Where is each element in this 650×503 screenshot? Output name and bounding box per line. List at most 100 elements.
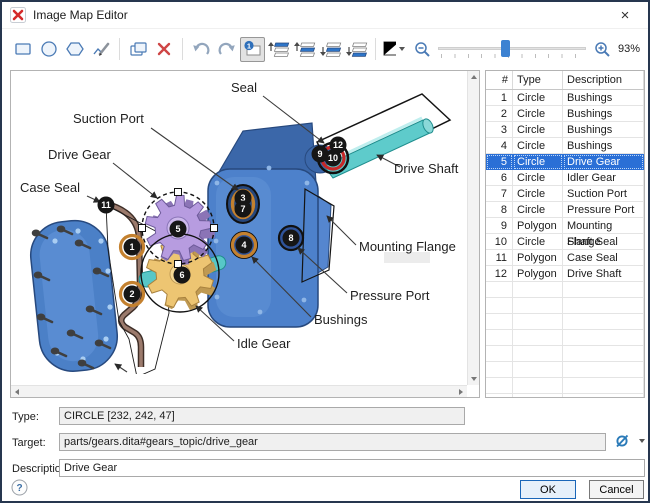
- table-cell: 11: [486, 250, 513, 266]
- area-marker-1[interactable]: 1: [121, 236, 144, 259]
- edit-target-button[interactable]: [613, 432, 631, 450]
- scroll-left-icon[interactable]: [15, 389, 19, 395]
- area-marker-8[interactable]: 8: [283, 230, 300, 247]
- table-empty-row: [486, 378, 644, 394]
- scroll-right-icon[interactable]: [459, 389, 463, 395]
- zoom-in-icon[interactable]: [593, 40, 611, 58]
- ellipse-icon: [39, 39, 59, 59]
- table-row[interactable]: 11PolygonCase Seal: [486, 250, 644, 266]
- area-marker-5[interactable]: 5: [170, 221, 187, 238]
- area-marker-6[interactable]: 6: [174, 267, 191, 284]
- window-title: Image Map Editor: [33, 8, 128, 22]
- table-row[interactable]: 9PolygonMounting Flange: [486, 218, 644, 234]
- table-cell: Circle: [513, 138, 563, 154]
- toolbar: 1: [2, 30, 648, 68]
- area-marker-2[interactable]: 2: [121, 283, 144, 306]
- table-cell: 2: [486, 106, 513, 122]
- type-label: Type:: [12, 411, 39, 423]
- table-empty-row: [486, 298, 644, 314]
- undo-button[interactable]: [188, 37, 213, 62]
- scroll-down-icon[interactable]: [471, 377, 477, 381]
- table-cell: [563, 346, 644, 362]
- area-marker-12[interactable]: 12: [330, 137, 347, 154]
- area-marker-7[interactable]: 7: [235, 201, 252, 218]
- callout-arrow: [87, 196, 100, 202]
- column-header-type[interactable]: Type: [513, 71, 563, 89]
- cancel-button[interactable]: Cancel: [589, 480, 644, 499]
- table-cell: [513, 298, 563, 314]
- svg-text:12: 12: [333, 140, 343, 150]
- send-backward-button[interactable]: [318, 37, 343, 62]
- ellipse-tool-button[interactable]: [36, 37, 61, 62]
- table-row[interactable]: 10CircleShaft Seal: [486, 234, 644, 250]
- table-cell: 10: [486, 234, 513, 250]
- table-cell: Circle: [513, 90, 563, 106]
- table-row[interactable]: 3CircleBushings: [486, 122, 644, 138]
- zoom-slider-thumb[interactable]: [501, 40, 510, 57]
- rectangle-icon: [13, 39, 33, 59]
- table-cell: Idler Gear: [563, 170, 644, 186]
- bring-forward-button[interactable]: [292, 37, 317, 62]
- table-cell: Polygon: [513, 250, 563, 266]
- polygon-tool-button[interactable]: [62, 37, 87, 62]
- show-numbers-toggle[interactable]: 1: [240, 37, 265, 62]
- table-row[interactable]: 6CircleIdler Gear: [486, 170, 644, 186]
- color-swatch-icon: [382, 40, 396, 58]
- image-map-canvas[interactable]: SealSuction PortDrive GearCase SealDrive…: [11, 71, 467, 374]
- table-cell: 4: [486, 138, 513, 154]
- selection-handle-s[interactable]: [175, 261, 182, 268]
- table-cell: 9: [486, 218, 513, 234]
- description-field[interactable]: [59, 459, 645, 477]
- app-icon: [10, 7, 26, 23]
- area-marker-11[interactable]: 11: [98, 197, 115, 214]
- table-cell: Circle: [513, 106, 563, 122]
- table-cell: 5: [486, 154, 513, 170]
- svg-text:1: 1: [246, 41, 250, 50]
- horizontal-scrollbar[interactable]: [11, 385, 467, 397]
- table-row[interactable]: 5CircleDrive Gear: [486, 154, 644, 170]
- table-row[interactable]: 2CircleBushings: [486, 106, 644, 122]
- close-button[interactable]: ×: [610, 3, 640, 27]
- rectangle-tool-button[interactable]: [10, 37, 35, 62]
- color-chooser-button[interactable]: [381, 37, 406, 62]
- areas-table: # Type Description 1CircleBushings2Circl…: [485, 70, 645, 398]
- chevron-down-icon: [399, 47, 405, 51]
- table-row[interactable]: 4CircleBushings: [486, 138, 644, 154]
- vertical-scrollbar[interactable]: [467, 71, 479, 385]
- target-dropdown-icon[interactable]: [639, 439, 645, 443]
- column-header-description[interactable]: Description: [563, 71, 644, 89]
- undo-icon: [191, 39, 211, 59]
- zoom-percent-label: 93%: [618, 43, 640, 55]
- zoom-slider[interactable]: [438, 36, 586, 62]
- redo-button[interactable]: [214, 37, 239, 62]
- help-icon[interactable]: ?: [11, 479, 28, 496]
- table-cell: Circle: [513, 202, 563, 218]
- table-cell: [486, 378, 513, 394]
- table-row[interactable]: 8CirclePressure Port: [486, 202, 644, 218]
- selection-handle-n[interactable]: [175, 189, 182, 196]
- table-row[interactable]: 12PolygonDrive Shaft: [486, 266, 644, 282]
- send-to-back-button[interactable]: [344, 37, 369, 62]
- table-cell: Circle: [513, 234, 563, 250]
- zoom-out-icon[interactable]: [413, 40, 431, 58]
- selection-handle-e[interactable]: [211, 225, 218, 232]
- table-cell: [563, 394, 644, 398]
- scroll-up-icon[interactable]: [471, 75, 477, 79]
- delete-button[interactable]: [151, 37, 176, 62]
- bring-to-front-button[interactable]: [266, 37, 291, 62]
- callout-label: Drive Gear: [48, 147, 112, 162]
- zoom-controls: 93%: [413, 30, 640, 68]
- table-cell: [513, 314, 563, 330]
- table-cell: Bushings: [563, 122, 644, 138]
- ok-button[interactable]: OK: [520, 480, 576, 499]
- column-header-number[interactable]: #: [486, 71, 513, 89]
- area-marker-4[interactable]: 4: [233, 234, 256, 257]
- table-cell: Polygon: [513, 266, 563, 282]
- target-field[interactable]: [59, 433, 606, 451]
- toolbar-separator: [182, 38, 183, 60]
- table-row[interactable]: 7CircleSuction Port: [486, 186, 644, 202]
- freeform-tool-button[interactable]: [88, 37, 113, 62]
- duplicate-button[interactable]: [125, 37, 150, 62]
- selection-handle-w[interactable]: [139, 225, 146, 232]
- table-row[interactable]: 1CircleBushings: [486, 90, 644, 106]
